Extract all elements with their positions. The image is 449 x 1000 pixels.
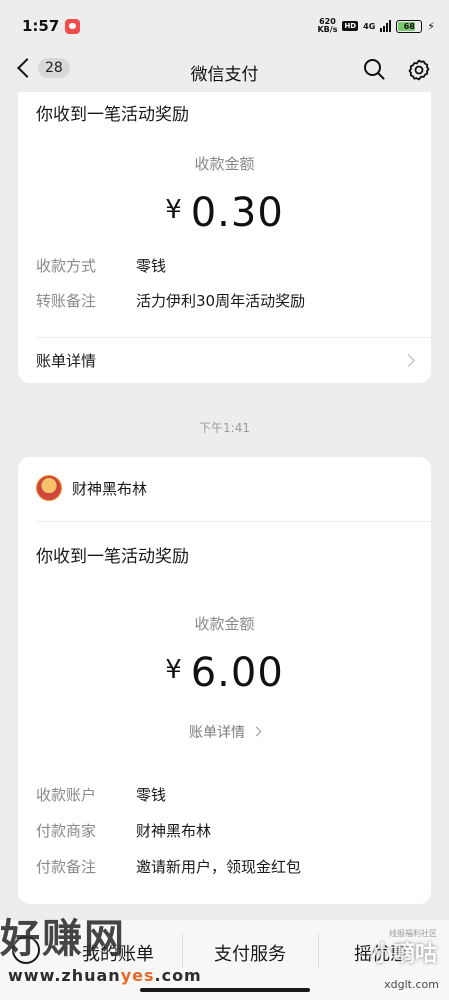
bill-details-label: 账单详情 [189, 725, 245, 741]
network-type-label: 4G [363, 21, 376, 31]
battery-level: 68 [403, 21, 415, 31]
row-value: 零钱 [136, 257, 167, 275]
amount-label: 收款金额 [194, 615, 255, 633]
tab-payment-services[interactable]: 支付服务 [214, 940, 286, 966]
bill-details-link[interactable]: 账单详情 [36, 350, 415, 371]
chevron-right-icon [402, 354, 415, 367]
battery-icon: 68 [396, 19, 423, 33]
row-label: 收款方式 [36, 257, 97, 275]
card-headline: 你收到一笔活动奖励 [36, 105, 189, 125]
chevron-right-icon [251, 726, 262, 737]
detail-row: 收款方式 零钱 [36, 255, 413, 276]
row-value: 活力伊利30周年活动奖励 [136, 292, 306, 310]
row-label: 付款商家 [36, 822, 97, 840]
detail-row: 付款备注 邀请新用户，领现金红包 [36, 856, 413, 877]
watermark-url-right: xdglt.com [384, 978, 439, 991]
bill-details-label: 账单详情 [36, 352, 97, 370]
avatar [36, 475, 62, 501]
detail-row: 付款商家 财神黑布林 [36, 820, 413, 841]
message-timestamp: 下午1:41 [199, 421, 250, 435]
card-headline: 你收到一笔活动奖励 [36, 547, 189, 567]
signal-icon [380, 20, 392, 32]
amount-number: 0.30 [190, 190, 284, 236]
status-bar: 1:57 620 KB/s HD 4G 68 ⚡ [0, 0, 449, 52]
row-value: 财神黑布林 [136, 822, 212, 840]
row-value: 零钱 [136, 786, 167, 804]
merchant-header[interactable]: 财神黑布林 [36, 475, 147, 501]
detail-row: 转账备注 活力伊利30周年活动奖励 [36, 290, 413, 311]
watermark-logo-left: 好赚网 [0, 915, 126, 962]
notification-app-icon [65, 18, 81, 34]
detail-row: 收款账户 零钱 [36, 784, 413, 805]
amount-value: ¥6.00 [18, 650, 431, 696]
divider [36, 521, 431, 522]
status-time: 1:57 [22, 17, 60, 35]
amount-value: ¥0.30 [18, 190, 431, 236]
tab-divider [182, 934, 183, 968]
tab-divider [318, 934, 319, 968]
network-speed-unit: KB/s [317, 25, 338, 34]
charging-icon: ⚡ [427, 19, 435, 33]
watermark-url-left: www.zhuanyes.com [8, 966, 202, 985]
bill-details-link[interactable]: 账单详情 [18, 722, 431, 742]
amount-label: 收款金额 [194, 155, 255, 173]
currency-symbol: ¥ [165, 655, 183, 685]
currency-symbol: ¥ [165, 195, 183, 225]
nav-bar: 28 微信支付 [0, 52, 449, 92]
nav-actions [363, 58, 431, 82]
row-label: 收款账户 [36, 786, 97, 804]
search-icon[interactable] [363, 58, 385, 82]
payment-card-2[interactable]: 财神黑布林 你收到一笔活动奖励 收款金额 ¥6.00 账单详情 收款账户 零钱 … [18, 457, 431, 904]
row-value: 邀请新用户，领现金红包 [136, 858, 302, 876]
status-indicators: 620 KB/s HD 4G 68 ⚡ [317, 18, 435, 34]
gear-icon[interactable] [407, 58, 431, 82]
row-label: 付款备注 [36, 858, 97, 876]
merchant-name: 财神黑布林 [72, 479, 148, 498]
home-indicator[interactable] [140, 988, 310, 992]
watermark-logo-right: 小嘀咕 [370, 942, 437, 967]
amount-number: 6.00 [190, 650, 284, 696]
payment-card-1[interactable]: 你收到一笔活动奖励 收款金额 ¥0.30 收款方式 零钱 转账备注 活力伊利30… [18, 92, 431, 383]
divider [36, 337, 431, 338]
row-label: 转账备注 [36, 292, 97, 310]
network-speed: 620 KB/s [317, 18, 337, 34]
hd-badge: HD [342, 21, 359, 31]
